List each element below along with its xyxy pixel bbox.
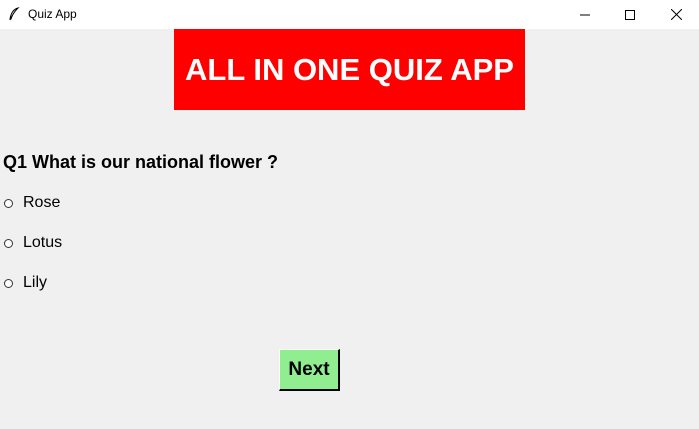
radio-button[interactable] (4, 198, 13, 208)
option-lily[interactable]: Lily (4, 273, 47, 293)
question-text: Q1 What is our national flower ? (3, 152, 279, 172)
next-button[interactable]: Next (279, 349, 340, 391)
title-bar: Quiz App (0, 0, 699, 29)
maximize-icon (625, 9, 635, 20)
close-button[interactable] (653, 0, 699, 29)
maximize-button[interactable] (607, 0, 653, 29)
option-label: Rose (23, 194, 61, 211)
minimize-button[interactable] (562, 0, 608, 29)
banner-title: ALL IN ONE QUIZ APP (185, 51, 514, 87)
radio-button[interactable] (4, 278, 13, 288)
option-lotus[interactable]: Lotus (4, 233, 62, 253)
minimize-icon (580, 14, 590, 15)
option-label: Lily (23, 274, 48, 291)
app-banner: ALL IN ONE QUIZ APP (174, 29, 525, 110)
radio-button[interactable] (4, 238, 13, 248)
feather-icon (8, 7, 20, 21)
close-icon (670, 9, 682, 20)
option-rose[interactable]: Rose (4, 193, 60, 213)
option-label: Lotus (23, 234, 63, 251)
window-title: Quiz App (28, 7, 77, 21)
